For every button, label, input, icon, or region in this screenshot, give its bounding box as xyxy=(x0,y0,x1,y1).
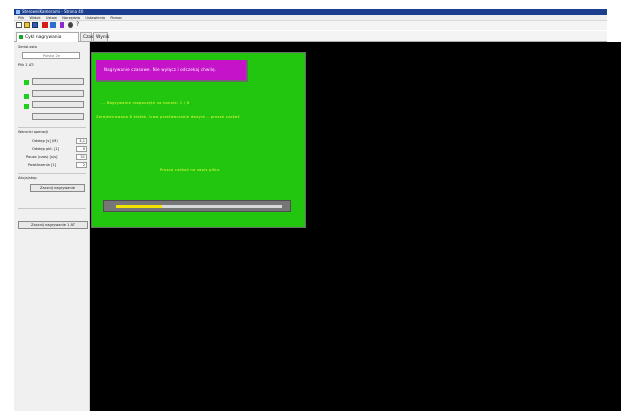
actions-title: Akcja/step xyxy=(18,176,37,180)
status-green-icon xyxy=(24,94,29,99)
status-green-icon xyxy=(24,104,29,109)
banner-text: Nagrywanie czasowe. Nie wyłącz i odczeka… xyxy=(104,67,217,72)
progress-track xyxy=(116,205,282,208)
progress-bar xyxy=(103,200,291,212)
status-line-3: Proszę czekać na zapis pliku. xyxy=(160,168,221,172)
serial-field[interactable]: Polska 2e xyxy=(22,52,80,59)
divider xyxy=(18,173,86,174)
open-icon[interactable] xyxy=(24,22,30,28)
param-input[interactable]: 2 xyxy=(76,162,87,168)
status-green-icon xyxy=(24,80,29,85)
param-value: 0 xyxy=(82,147,85,151)
param-label: Odstęp pkt. [1] xyxy=(32,147,60,151)
status-line-2: Zarejestrowano 8 klatek, trwa przetwarza… xyxy=(96,115,240,119)
record-icon[interactable] xyxy=(42,22,48,28)
divider xyxy=(18,208,86,209)
start-recording-all-button[interactable]: Zacznij nagrywanie 1 AT xyxy=(18,221,88,229)
param-input[interactable]: 3,1 xyxy=(76,138,87,144)
info-icon[interactable]: ? xyxy=(76,22,82,28)
param-value: 2 xyxy=(82,163,85,167)
file-button-3[interactable] xyxy=(32,101,84,108)
tab-label: Cykl nagrywania xyxy=(25,35,62,40)
tab-wynik[interactable]: Wynik xyxy=(93,32,110,41)
param-label: Powtórzenia [1] xyxy=(28,163,57,167)
param-label: Odstęp [s] (M) xyxy=(32,139,58,143)
settings-icon[interactable] xyxy=(68,22,73,28)
app-icon xyxy=(16,10,20,14)
param-input[interactable]: 31 xyxy=(76,154,87,160)
new-icon[interactable] xyxy=(16,22,22,28)
divider xyxy=(18,127,86,128)
param-input[interactable]: 0 xyxy=(76,146,87,152)
image-icon[interactable] xyxy=(50,22,56,28)
toolbar: ? xyxy=(14,21,607,30)
serial-field-value: Polska 2e xyxy=(43,54,60,58)
tab-label: Wynik xyxy=(96,35,110,40)
param-label: Pauza (czas) [s/s] xyxy=(26,155,58,159)
file-button-2[interactable] xyxy=(32,90,84,97)
bookmark-icon[interactable] xyxy=(60,22,64,28)
tab-czas[interactable]: Czas xyxy=(80,32,94,41)
file-label: Plik 1 AT: xyxy=(18,63,35,67)
section-title: Serial-ssta xyxy=(18,45,37,49)
save-icon[interactable] xyxy=(32,22,38,28)
tab-strip: Cykl nagrywania Czas Wynik xyxy=(14,31,607,42)
status-dot-icon xyxy=(19,34,23,39)
tab-label: Czas xyxy=(83,35,94,40)
tab-cykl-nagrywania[interactable]: Cykl nagrywania xyxy=(16,32,79,42)
file-button-4[interactable] xyxy=(32,113,84,120)
info-banner: Nagrywanie czasowe. Nie wyłącz i odczeka… xyxy=(96,60,248,82)
file-button-1[interactable] xyxy=(32,78,84,85)
params-title: Warunki operacji xyxy=(18,130,49,134)
start-recording-button[interactable]: Zacznij nagrywanie xyxy=(30,184,85,192)
progress-fill xyxy=(116,205,163,208)
param-value: 31 xyxy=(80,155,85,159)
left-panel: Serial-ssta Polska 2e Plik 1 AT: Warunki… xyxy=(14,42,90,411)
param-value: 3,1 xyxy=(79,139,85,143)
status-line-1: ... Nagrywanie rozpoczęte na kanale: 1 /… xyxy=(101,101,190,105)
